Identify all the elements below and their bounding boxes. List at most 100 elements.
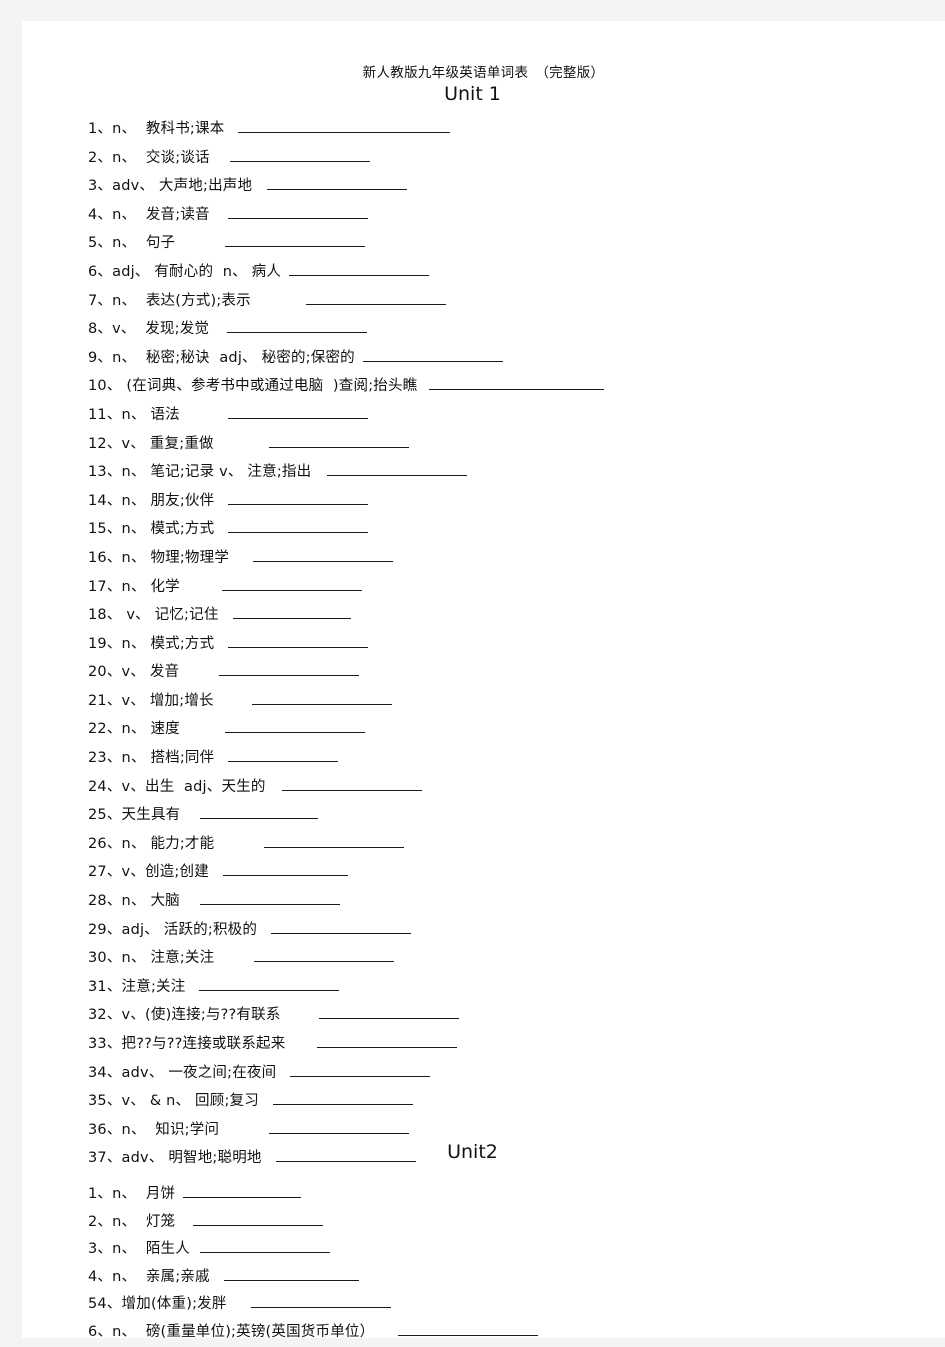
word-entry-text: 11、n、 语法 <box>88 403 180 424</box>
answer-blank-line[interactable] <box>230 148 370 162</box>
answer-blank-line[interactable] <box>233 605 351 619</box>
answer-blank-line[interactable] <box>289 262 429 276</box>
word-entry-row: 2、n、 交谈;谈话 <box>88 146 938 175</box>
word-entry-text: 15、n、 模式;方式 <box>88 517 214 538</box>
word-entry-text: 17、n、 化学 <box>88 575 180 596</box>
answer-blank-line[interactable] <box>269 434 409 448</box>
answer-blank-line[interactable] <box>200 805 318 819</box>
answer-blank-line[interactable] <box>429 376 604 390</box>
word-entry-text: 31、注意;关注 <box>88 975 185 996</box>
unit-2-section: Unit2 1、n、 月饼2、n、 灯笼3、n、 陌生人4、n、 亲属;亲戚54… <box>22 1139 945 1347</box>
word-entry-text: 24、v、出生 adj、天生的 <box>88 775 266 796</box>
answer-blank-line[interactable] <box>264 834 404 848</box>
word-entry-row: 18、 v、 记忆;记住 <box>88 603 938 632</box>
answer-blank-line[interactable] <box>200 891 340 905</box>
answer-blank-line[interactable] <box>363 348 503 362</box>
word-entry-text: 33、把??与??连接或联系起来 <box>88 1032 285 1053</box>
word-entry-text: 30、n、 注意;关注 <box>88 946 214 967</box>
word-entry-text: 8、v、 发现;发觉 <box>88 317 209 338</box>
document-page: 新人教版九年级英语单词表 （完整版） Unit 1 1、n、 教科书;课本2、n… <box>22 21 945 1338</box>
answer-blank-line[interactable] <box>225 719 365 733</box>
answer-blank-line[interactable] <box>269 1120 409 1134</box>
answer-blank-line[interactable] <box>183 1184 301 1198</box>
word-entry-text: 6、n、 磅(重量单位);英镑(英国货币单位） <box>88 1320 374 1341</box>
word-entry-row: 33、把??与??连接或联系起来 <box>88 1032 938 1061</box>
word-entry-row: 12、v、 重复;重做 <box>88 432 938 461</box>
answer-blank-line[interactable] <box>228 205 368 219</box>
answer-blank-line[interactable] <box>253 548 393 562</box>
word-entry-text: 4、n、 亲属;亲戚 <box>88 1265 210 1286</box>
word-entry-row: 1、n、 月饼 <box>88 1182 945 1210</box>
answer-blank-line[interactable] <box>199 977 339 991</box>
word-entry-row: 19、n、 模式;方式 <box>88 632 938 661</box>
word-entry-row: 4、n、 亲属;亲戚 <box>88 1265 945 1293</box>
answer-blank-line[interactable] <box>200 1239 330 1253</box>
word-entry-text: 14、n、 朋友;伙伴 <box>88 489 214 510</box>
word-entry-row: 25、天生具有 <box>88 803 938 832</box>
word-entry-row: 6、n、 磅(重量单位);英镑(英国货币单位） <box>88 1320 945 1347</box>
word-entry-text: 35、v、 & n、 回顾;复习 <box>88 1089 259 1110</box>
word-entry-row: 30、n、 注意;关注 <box>88 946 938 975</box>
answer-blank-line[interactable] <box>228 634 368 648</box>
word-entry-text: 26、n、 能力;才能 <box>88 832 214 853</box>
answer-blank-line[interactable] <box>219 662 359 676</box>
word-entry-text: 5、n、 句子 <box>88 231 175 252</box>
word-entry-row: 3、adv、 大声地;出声地 <box>88 174 938 203</box>
word-entry-row: 31、注意;关注 <box>88 975 938 1004</box>
word-entry-row: 14、n、 朋友;伙伴 <box>88 489 938 518</box>
word-entry-row: 16、n、 物理;物理学 <box>88 546 938 575</box>
word-entry-row: 54、增加(体重);发胖 <box>88 1292 945 1320</box>
answer-blank-line[interactable] <box>238 119 450 133</box>
word-entry-text: 19、n、 模式;方式 <box>88 632 214 653</box>
answer-blank-line[interactable] <box>252 691 392 705</box>
unit-1-word-list: 1、n、 教科书;课本2、n、 交谈;谈话3、adv、 大声地;出声地4、n、 … <box>88 117 938 1175</box>
answer-blank-line[interactable] <box>254 948 394 962</box>
answer-blank-line[interactable] <box>290 1063 430 1077</box>
unit-1-heading: Unit 1 <box>0 81 945 107</box>
word-entry-row: 6、adj、 有耐心的 n、 病人 <box>88 260 938 289</box>
word-entry-row: 5、n、 句子 <box>88 231 938 260</box>
answer-blank-line[interactable] <box>228 491 368 505</box>
answer-blank-line[interactable] <box>306 291 446 305</box>
word-entry-text: 9、n、 秘密;秘诀 adj、 秘密的;保密的 <box>88 346 355 367</box>
word-entry-row: 13、n、 笔记;记录 v、 注意;指出 <box>88 460 938 489</box>
word-entry-row: 20、v、 发音 <box>88 660 938 689</box>
word-entry-text: 28、n、 大脑 <box>88 889 180 910</box>
word-entry-text: 1、n、 教科书;课本 <box>88 117 224 138</box>
answer-blank-line[interactable] <box>267 176 407 190</box>
word-entry-text: 7、n、 表达(方式);表示 <box>88 289 251 310</box>
word-entry-row: 11、n、 语法 <box>88 403 938 432</box>
answer-blank-line[interactable] <box>227 319 367 333</box>
answer-blank-line[interactable] <box>224 1267 359 1281</box>
answer-blank-line[interactable] <box>228 748 338 762</box>
word-entry-row: 21、v、 增加;增长 <box>88 689 938 718</box>
answer-blank-line[interactable] <box>223 862 348 876</box>
word-entry-text: 18、 v、 记忆;记住 <box>88 603 219 624</box>
word-entry-text: 54、增加(体重);发胖 <box>88 1292 227 1313</box>
word-entry-row: 28、n、 大脑 <box>88 889 938 918</box>
word-entry-text: 36、n、 知识;学问 <box>88 1118 219 1139</box>
word-entry-text: 3、n、 陌生人 <box>88 1237 190 1258</box>
answer-blank-line[interactable] <box>193 1212 323 1226</box>
answer-blank-line[interactable] <box>317 1034 457 1048</box>
document-title: 新人教版九年级英语单词表 （完整版） <box>22 61 945 81</box>
answer-blank-line[interactable] <box>228 519 368 533</box>
word-entry-text: 34、adv、 一夜之间;在夜间 <box>88 1061 276 1082</box>
word-entry-row: 24、v、出生 adj、天生的 <box>88 775 938 804</box>
answer-blank-line[interactable] <box>319 1005 459 1019</box>
word-entry-text: 13、n、 笔记;记录 v、 注意;指出 <box>88 460 311 481</box>
answer-blank-line[interactable] <box>327 462 467 476</box>
word-entry-text: 25、天生具有 <box>88 803 180 824</box>
answer-blank-line[interactable] <box>271 920 411 934</box>
answer-blank-line[interactable] <box>398 1322 538 1336</box>
word-entry-row: 1、n、 教科书;课本 <box>88 117 938 146</box>
answer-blank-line[interactable] <box>273 1091 413 1105</box>
answer-blank-line[interactable] <box>282 777 422 791</box>
answer-blank-line[interactable] <box>222 577 362 591</box>
word-entry-text: 2、n、 灯笼 <box>88 1210 175 1231</box>
answer-blank-line[interactable] <box>251 1294 391 1308</box>
word-entry-text: 1、n、 月饼 <box>88 1182 175 1203</box>
answer-blank-line[interactable] <box>225 233 365 247</box>
answer-blank-line[interactable] <box>228 405 368 419</box>
word-entry-text: 27、v、创造;创建 <box>88 860 209 881</box>
